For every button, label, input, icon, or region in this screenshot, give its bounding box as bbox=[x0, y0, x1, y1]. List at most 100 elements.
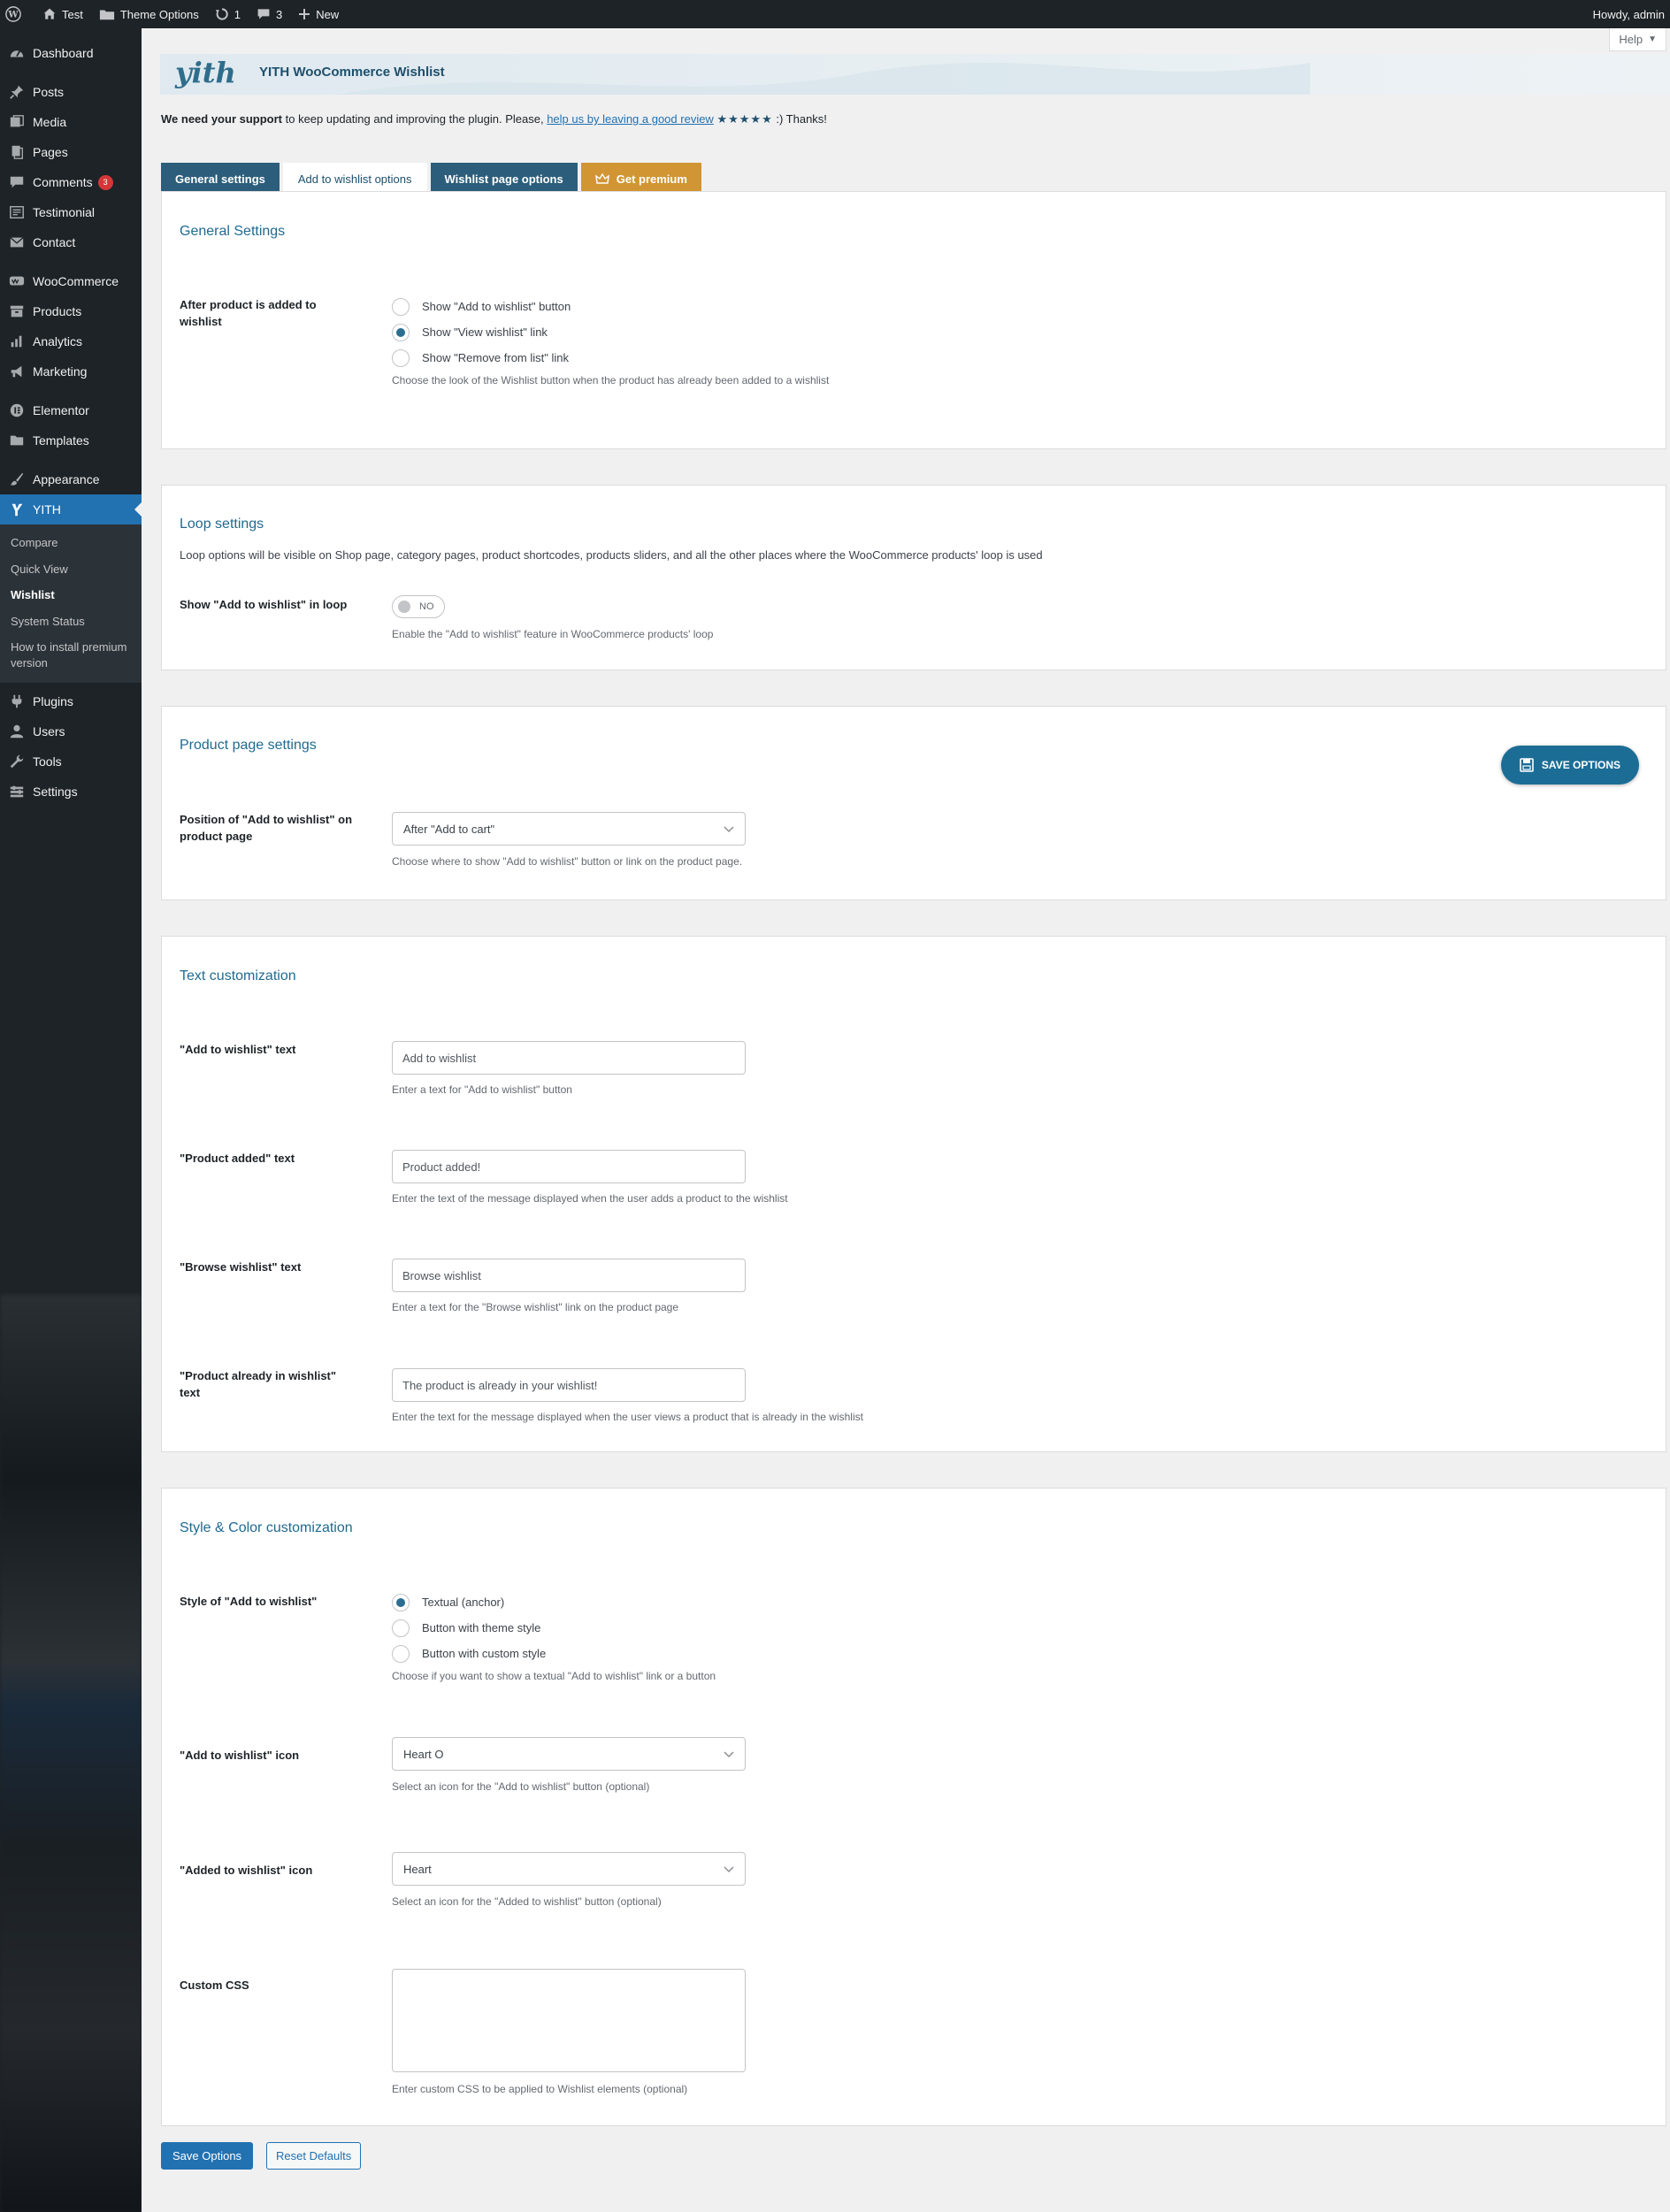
tab-add-to-wishlist-options[interactable]: Add to wishlist options bbox=[282, 163, 427, 195]
after-added-label: After product is added to wishlist bbox=[180, 298, 317, 328]
theme-options-link[interactable]: Theme Options bbox=[91, 0, 207, 28]
radio-button-checked[interactable] bbox=[392, 1593, 410, 1611]
sidebar-item-elementor[interactable]: Elementor bbox=[0, 395, 142, 425]
add-to-wishlist-text-input[interactable]: Add to wishlist bbox=[392, 1041, 746, 1075]
submenu-item-compare[interactable]: Compare bbox=[0, 530, 142, 556]
after-added-radios: Show "Add to wishlist" button Show "View… bbox=[392, 294, 829, 387]
submenu-item-install-premium[interactable]: How to install premium version bbox=[0, 634, 142, 676]
radio-option-show-add-button[interactable]: Show "Add to wishlist" button bbox=[392, 294, 829, 319]
submenu-item-system-status[interactable]: System Status bbox=[0, 608, 142, 635]
updates-link[interactable]: 1 bbox=[207, 0, 249, 28]
dashboard-icon bbox=[8, 44, 26, 62]
tab-get-premium[interactable]: Get premium bbox=[580, 163, 701, 195]
sidebar-label-testimonial: Testimonial bbox=[33, 205, 96, 219]
radio-option-custom-button[interactable]: Button with custom style bbox=[392, 1641, 716, 1666]
chevron-down-icon bbox=[724, 1748, 734, 1761]
browse-wishlist-text-input[interactable]: Browse wishlist bbox=[392, 1259, 746, 1292]
sidebar-item-marketing[interactable]: Marketing bbox=[0, 356, 142, 387]
sidebar-item-media[interactable]: Media bbox=[0, 107, 142, 137]
add-icon-control: Heart O Select an icon for the "Add to w… bbox=[392, 1737, 746, 1793]
sidebar-item-contact[interactable]: Contact bbox=[0, 227, 142, 257]
comments-link[interactable]: 3 bbox=[249, 0, 290, 28]
radio-button[interactable] bbox=[392, 348, 410, 367]
reset-defaults-button[interactable]: Reset Defaults bbox=[266, 2142, 362, 2170]
product-page-settings-panel: Product page settings Position of "Add t… bbox=[161, 706, 1666, 900]
add-icon-select[interactable]: Heart O bbox=[392, 1737, 746, 1771]
yith-logo: yith bbox=[175, 56, 236, 89]
loop-settings-description: Loop options will be visible on Shop pag… bbox=[180, 548, 1043, 562]
sidebar-item-comments[interactable]: Comments 3 bbox=[0, 167, 142, 197]
radio-button[interactable] bbox=[392, 297, 410, 316]
sidebar-label-comments: Comments bbox=[33, 175, 93, 189]
sidebar-item-tools[interactable]: Tools bbox=[0, 746, 142, 777]
sidebar-item-pages[interactable]: Pages bbox=[0, 137, 142, 167]
toggle-value: NO bbox=[419, 601, 434, 612]
sidebar-label-contact: Contact bbox=[33, 235, 76, 249]
sidebar-item-analytics[interactable]: Analytics bbox=[0, 326, 142, 356]
sidebar-item-dashboard[interactable]: Dashboard bbox=[0, 38, 142, 68]
sidebar-item-products[interactable]: Products bbox=[0, 296, 142, 326]
show-in-loop-toggle[interactable]: NO bbox=[392, 595, 445, 618]
settings-tabs: General settings Add to wishlist options… bbox=[161, 163, 701, 195]
tab-wishlist-page-options[interactable]: Wishlist page options bbox=[430, 163, 578, 195]
sidebar-item-users[interactable]: Users bbox=[0, 716, 142, 746]
radio-option-show-view-link[interactable]: Show "View wishlist" link bbox=[392, 319, 829, 345]
plus-icon bbox=[299, 9, 310, 19]
site-name-link[interactable]: Test bbox=[34, 0, 91, 28]
theme-options-label: Theme Options bbox=[119, 7, 199, 21]
sidebar-item-woocommerce[interactable]: WooCommerce bbox=[0, 266, 142, 296]
add-icon-label: "Add to wishlist" icon bbox=[180, 1749, 300, 1762]
sidebar-label-products: Products bbox=[33, 304, 82, 318]
radio-label: Show "Remove from list" link bbox=[422, 351, 569, 364]
sidebar-item-appearance[interactable]: Appearance bbox=[0, 464, 142, 494]
submenu-item-quick-view[interactable]: Quick View bbox=[0, 556, 142, 583]
sidebar-label-elementor: Elementor bbox=[33, 403, 89, 417]
custom-css-control: Enter custom CSS to be applied to Wishli… bbox=[392, 1969, 746, 2095]
submenu-item-wishlist[interactable]: Wishlist bbox=[0, 582, 142, 608]
woo-icon bbox=[8, 272, 26, 290]
custom-css-textarea[interactable] bbox=[392, 1969, 746, 2072]
yith-icon bbox=[8, 501, 26, 518]
support-prefix: We need your support bbox=[161, 112, 282, 126]
radio-option-theme-button[interactable]: Button with theme style bbox=[392, 1615, 716, 1641]
sidebar-item-templates[interactable]: Templates bbox=[0, 425, 142, 455]
comments-count: 3 bbox=[275, 7, 283, 21]
admin-sidebar: Dashboard Posts Media Pages Comments 3 Te… bbox=[0, 28, 142, 2212]
wordpress-logo-icon[interactable]: W bbox=[0, 0, 34, 28]
sidebar-item-yith[interactable]: YITH bbox=[0, 494, 142, 524]
settings-icon bbox=[8, 783, 26, 800]
added-icon-label: "Added to wishlist" icon bbox=[180, 1864, 313, 1877]
plug-icon bbox=[8, 693, 26, 710]
radio-option-show-remove-link[interactable]: Show "Remove from list" link bbox=[392, 345, 829, 371]
sidebar-item-plugins[interactable]: Plugins bbox=[0, 686, 142, 716]
sidebar-item-settings[interactable]: Settings bbox=[0, 777, 142, 807]
review-link[interactable]: help us by leaving a good review bbox=[547, 112, 714, 126]
radio-label: Button with theme style bbox=[422, 1621, 541, 1634]
radio-button-checked[interactable] bbox=[392, 323, 410, 341]
add-to-wishlist-text-control: Add to wishlist Enter a text for "Add to… bbox=[392, 1041, 746, 1096]
new-content-link[interactable]: New bbox=[290, 0, 347, 28]
save-options-floating-button[interactable]: SAVE OPTIONS bbox=[1501, 746, 1639, 785]
radio-button[interactable] bbox=[392, 1644, 410, 1663]
my-account-link[interactable]: Howdy, admin bbox=[1585, 0, 1670, 28]
sidebar-item-testimonial[interactable]: Testimonial bbox=[0, 197, 142, 227]
folder-icon bbox=[8, 432, 26, 449]
radio-button[interactable] bbox=[392, 1619, 410, 1637]
sidebar-item-posts[interactable]: Posts bbox=[0, 77, 142, 107]
tab-general-settings[interactable]: General settings bbox=[161, 163, 280, 195]
position-select[interactable]: After "Add to cart" bbox=[392, 812, 746, 846]
position-select-value: After "Add to cart" bbox=[403, 822, 495, 836]
help-tab-button[interactable]: Help ▼ bbox=[1609, 28, 1666, 51]
product-added-text-input[interactable]: Product added! bbox=[392, 1150, 746, 1183]
caret-down-icon: ▼ bbox=[1648, 34, 1657, 44]
sidebar-label-posts: Posts bbox=[33, 85, 65, 99]
banner-decoration bbox=[337, 63, 1310, 95]
position-label: Position of "Add to wishlist" on product… bbox=[180, 813, 353, 843]
added-icon-select[interactable]: Heart bbox=[392, 1852, 746, 1886]
save-options-button[interactable]: Save Options bbox=[161, 2142, 254, 2170]
already-in-wishlist-text-input[interactable]: The product is already in your wishlist! bbox=[392, 1368, 746, 1402]
radio-option-textual[interactable]: Textual (anchor) bbox=[392, 1589, 716, 1615]
support-note: We need your support to keep updating an… bbox=[161, 112, 827, 126]
already-in-wishlist-text-control: The product is already in your wishlist!… bbox=[392, 1368, 863, 1423]
mail-icon bbox=[8, 233, 26, 251]
